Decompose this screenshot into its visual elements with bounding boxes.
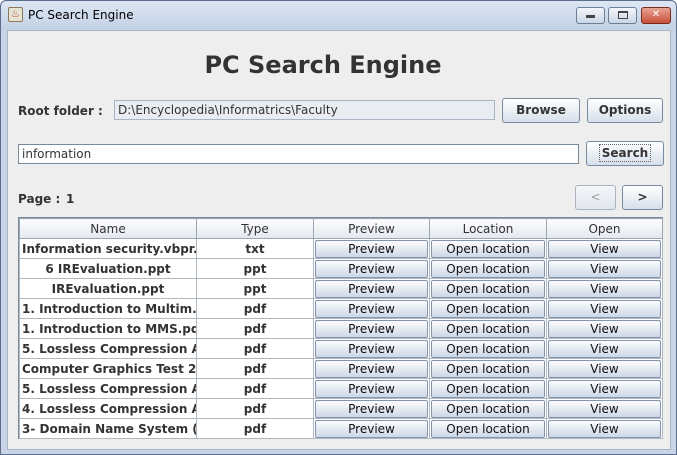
open-location-button[interactable]: Open location xyxy=(431,239,545,258)
options-button[interactable]: Options xyxy=(587,98,663,123)
column-header-name[interactable]: Name xyxy=(19,218,197,239)
table-row[interactable]: Computer Graphics Test 2.... pdf Preview… xyxy=(19,358,663,379)
file-type: ppt xyxy=(196,258,314,279)
file-type: pdf xyxy=(196,338,314,359)
view-button[interactable]: View xyxy=(548,399,661,418)
table-header-row: Name Type Preview Location Open xyxy=(19,218,663,239)
file-name[interactable]: 4. Lossless Compression A... xyxy=(19,398,197,419)
prev-page-button[interactable]: < xyxy=(575,185,616,210)
title-bar[interactable]: ♨ PC Search Engine ✕ xyxy=(1,1,676,29)
file-type: pdf xyxy=(196,398,314,419)
next-page-button[interactable]: > xyxy=(622,185,663,210)
open-location-button[interactable]: Open location xyxy=(431,419,545,438)
preview-button[interactable]: Preview xyxy=(315,339,428,358)
table-row[interactable]: 5. Lossless Compression A... pdf Preview… xyxy=(19,338,663,359)
file-name[interactable]: 3- Domain Name System (... xyxy=(19,418,197,439)
table-row[interactable]: 1. Introduction to MMS.pdf pdf Preview O… xyxy=(19,318,663,339)
open-location-button[interactable]: Open location xyxy=(431,399,545,418)
file-name[interactable]: Information security.vbpr... xyxy=(19,238,197,259)
file-type: txt xyxy=(196,238,314,259)
file-type: pdf xyxy=(196,318,314,339)
view-button[interactable]: View xyxy=(548,299,661,318)
preview-button[interactable]: Preview xyxy=(315,279,428,298)
open-location-button[interactable]: Open location xyxy=(431,299,545,318)
view-button[interactable]: View xyxy=(548,259,661,278)
open-location-button[interactable]: Open location xyxy=(431,259,545,278)
minimize-icon xyxy=(586,15,595,18)
file-name[interactable]: 1. Introduction to MMS.pdf xyxy=(19,318,197,339)
main-panel: PC Search Engine Root folder : D:\Encycl… xyxy=(7,30,671,450)
preview-button[interactable]: Preview xyxy=(315,419,428,438)
window-title: PC Search Engine xyxy=(28,8,134,22)
column-header-open[interactable]: Open xyxy=(546,218,663,239)
file-type: pdf xyxy=(196,418,314,439)
view-button[interactable]: View xyxy=(548,339,661,358)
column-header-preview[interactable]: Preview xyxy=(313,218,430,239)
view-button[interactable]: View xyxy=(548,239,661,258)
table-row[interactable]: 5. Lossless Compression A... pdf Preview… xyxy=(19,378,663,399)
page-label: Page : xyxy=(18,192,61,206)
preview-button[interactable]: Preview xyxy=(315,299,428,318)
preview-button[interactable]: Preview xyxy=(315,359,428,378)
table-row[interactable]: 3- Domain Name System (... pdf Preview O… xyxy=(19,418,663,439)
file-name[interactable]: IREvaluation.ppt xyxy=(19,278,197,299)
table-row[interactable]: 6 IREvaluation.ppt ppt Preview Open loca… xyxy=(19,258,663,279)
column-header-type[interactable]: Type xyxy=(196,218,314,239)
page-number: 1 xyxy=(66,192,75,206)
view-button[interactable]: View xyxy=(548,359,661,378)
view-button[interactable]: View xyxy=(548,379,661,398)
file-type: pdf xyxy=(196,378,314,399)
preview-button[interactable]: Preview xyxy=(315,239,428,258)
file-name[interactable]: 5. Lossless Compression A... xyxy=(19,338,197,359)
open-location-button[interactable]: Open location xyxy=(431,359,545,378)
java-cup-icon: ♨ xyxy=(8,7,23,22)
minimize-button[interactable] xyxy=(576,7,605,24)
view-button[interactable]: View xyxy=(548,279,661,298)
preview-button[interactable]: Preview xyxy=(315,319,428,338)
page-title: PC Search Engine xyxy=(204,51,442,79)
file-name[interactable]: 1. Introduction to Multim... xyxy=(19,298,197,319)
preview-button[interactable]: Preview xyxy=(315,399,428,418)
close-icon: ✕ xyxy=(651,9,661,20)
table-row[interactable]: 4. Lossless Compression A... pdf Preview… xyxy=(19,398,663,419)
file-type: pdf xyxy=(196,298,314,319)
maximize-icon xyxy=(617,11,628,19)
open-location-button[interactable]: Open location xyxy=(431,279,545,298)
preview-button[interactable]: Preview xyxy=(315,379,428,398)
table-row[interactable]: IREvaluation.ppt ppt Preview Open locati… xyxy=(19,278,663,299)
search-button[interactable]: Search xyxy=(586,141,664,166)
table-row[interactable]: 1. Introduction to Multim... pdf Preview… xyxy=(19,298,663,319)
open-location-button[interactable]: Open location xyxy=(431,339,545,358)
file-name[interactable]: Computer Graphics Test 2.... xyxy=(19,358,197,379)
view-button[interactable]: View xyxy=(548,319,661,338)
root-folder-label: Root folder : xyxy=(18,104,103,118)
browse-button[interactable]: Browse xyxy=(502,98,580,123)
root-folder-field: D:\Encyclopedia\Informatrics\Faculty xyxy=(114,100,495,120)
open-location-button[interactable]: Open location xyxy=(431,379,545,398)
open-location-button[interactable]: Open location xyxy=(431,319,545,338)
table-row[interactable]: Information security.vbpr... txt Preview… xyxy=(19,238,663,259)
file-type: ppt xyxy=(196,278,314,299)
preview-button[interactable]: Preview xyxy=(315,259,428,278)
file-type: pdf xyxy=(196,358,314,379)
close-button[interactable]: ✕ xyxy=(641,7,671,24)
file-name[interactable]: 6 IREvaluation.ppt xyxy=(19,258,197,279)
file-name[interactable]: 5. Lossless Compression A... xyxy=(19,378,197,399)
column-header-location[interactable]: Location xyxy=(429,218,547,239)
results-table: Name Type Preview Location Open Informat… xyxy=(18,217,663,439)
app-window: ♨ PC Search Engine ✕ PC Search Engine Ro… xyxy=(0,0,677,455)
view-button[interactable]: View xyxy=(548,419,661,438)
search-button-label: Search xyxy=(598,144,652,162)
maximize-button[interactable] xyxy=(608,7,637,24)
search-input[interactable]: information xyxy=(18,144,579,164)
